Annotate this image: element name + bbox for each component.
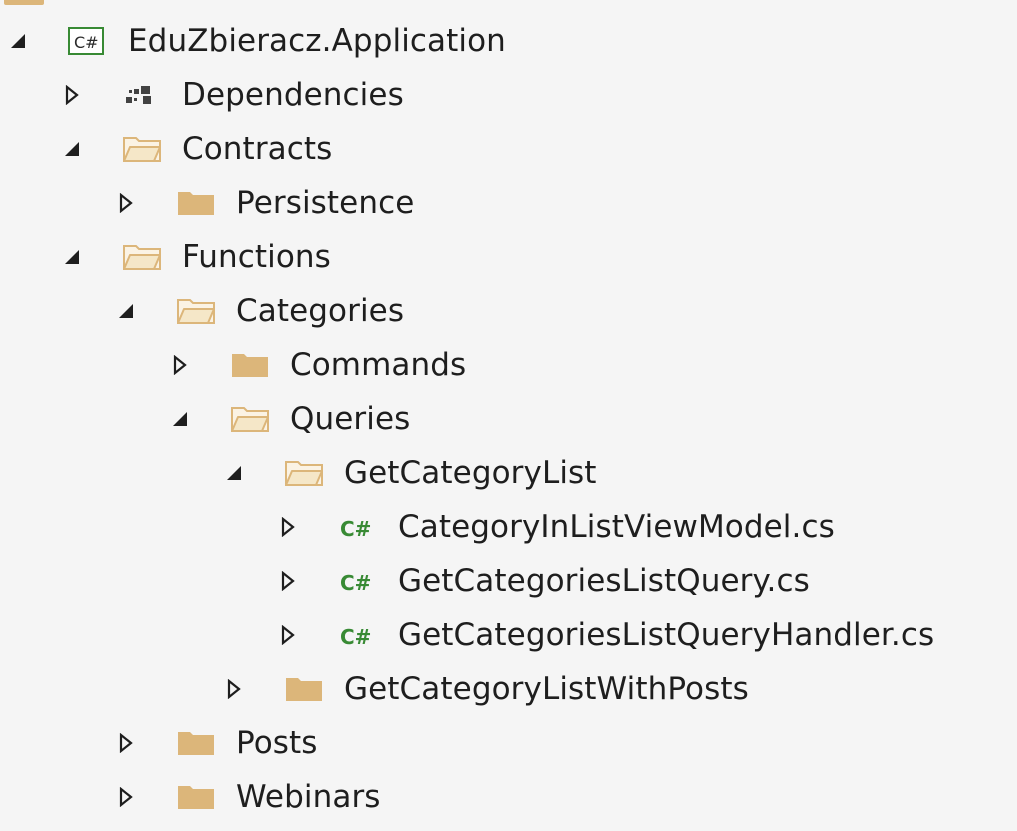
- tree-item[interactable]: Contracts: [0, 122, 1017, 176]
- tree-item-label: Categories: [236, 293, 405, 329]
- expanded-arrow-icon[interactable]: [170, 409, 190, 429]
- tree-item-label: GetCategoryListWithPosts: [344, 671, 749, 707]
- collapsed-arrow-icon[interactable]: [278, 571, 298, 591]
- collapsed-arrow-icon[interactable]: [116, 193, 136, 213]
- collapsed-arrow-icon[interactable]: [278, 625, 298, 645]
- tree-item-label: GetCategoriesListQuery.cs: [398, 563, 810, 599]
- tree-item[interactable]: Functions: [0, 230, 1017, 284]
- svg-text:C#: C#: [340, 517, 371, 541]
- collapsed-arrow-icon[interactable]: [116, 733, 136, 753]
- tree-item[interactable]: Persistence: [0, 176, 1017, 230]
- folder-open-icon: [120, 134, 164, 164]
- collapsed-arrow-icon[interactable]: [62, 85, 82, 105]
- tree-item-label: CategoryInListViewModel.cs: [398, 509, 835, 545]
- tree-item-label: Commands: [290, 347, 467, 383]
- folder-icon: [174, 782, 218, 812]
- collapsed-arrow-icon[interactable]: [170, 355, 190, 375]
- tree-item[interactable]: Webinars: [0, 770, 1017, 824]
- tree-item[interactable]: C# GetCategoriesListQueryHandler.cs: [0, 608, 1017, 662]
- tree-item-label: Posts: [236, 725, 318, 761]
- collapsed-arrow-icon[interactable]: [278, 517, 298, 537]
- tree-item-label: Persistence: [236, 185, 415, 221]
- folder-icon: [174, 188, 218, 218]
- folder-open-icon: [282, 458, 326, 488]
- tree-item-label: Dependencies: [182, 77, 404, 113]
- collapsed-arrow-icon[interactable]: [116, 787, 136, 807]
- scrolled-row-remnant: [0, 0, 1017, 8]
- csharp-file-icon: C#: [336, 620, 380, 650]
- dependencies-icon: [120, 80, 164, 110]
- svg-text:C#: C#: [74, 33, 99, 52]
- expanded-arrow-icon[interactable]: [62, 139, 82, 159]
- tree-item-label: EduZbieracz.Application: [128, 23, 506, 59]
- svg-text:C#: C#: [340, 571, 371, 595]
- folder-icon: [228, 350, 272, 380]
- expanded-arrow-icon[interactable]: [8, 31, 28, 51]
- expanded-arrow-icon[interactable]: [116, 301, 136, 321]
- tree-item-label: Functions: [182, 239, 331, 275]
- tree-item-label: GetCategoriesListQueryHandler.cs: [398, 617, 935, 653]
- tree-item[interactable]: Dependencies: [0, 68, 1017, 122]
- expanded-arrow-icon[interactable]: [224, 463, 244, 483]
- folder-open-icon: [174, 296, 218, 326]
- csharp-file-icon: C#: [336, 566, 380, 596]
- tree-item[interactable]: GetCategoryList: [0, 446, 1017, 500]
- expanded-arrow-icon[interactable]: [62, 247, 82, 267]
- tree-item-label: GetCategoryList: [344, 455, 597, 491]
- folder-icon: [174, 728, 218, 758]
- collapsed-arrow-icon[interactable]: [224, 679, 244, 699]
- tree-item-label: Contracts: [182, 131, 333, 167]
- tree-item-label: Webinars: [236, 779, 381, 815]
- csharp-project-icon: C#: [66, 26, 110, 56]
- tree-item[interactable]: GetCategoryListWithPosts: [0, 662, 1017, 716]
- tree-item[interactable]: Commands: [0, 338, 1017, 392]
- partial-folder-icon: [4, 0, 44, 5]
- tree-item-label: Queries: [290, 401, 411, 437]
- tree-item[interactable]: Posts: [0, 716, 1017, 770]
- tree-item[interactable]: Categories: [0, 284, 1017, 338]
- folder-open-icon: [120, 242, 164, 272]
- csharp-file-icon: C#: [336, 512, 380, 542]
- folder-open-icon: [228, 404, 272, 434]
- solution-explorer-tree[interactable]: C# EduZbieracz.Application Dependencies C…: [0, 14, 1017, 824]
- tree-item[interactable]: C# CategoryInListViewModel.cs: [0, 500, 1017, 554]
- tree-item[interactable]: C# EduZbieracz.Application: [0, 14, 1017, 68]
- svg-text:C#: C#: [340, 625, 371, 649]
- tree-item[interactable]: Queries: [0, 392, 1017, 446]
- tree-item[interactable]: C# GetCategoriesListQuery.cs: [0, 554, 1017, 608]
- folder-icon: [282, 674, 326, 704]
